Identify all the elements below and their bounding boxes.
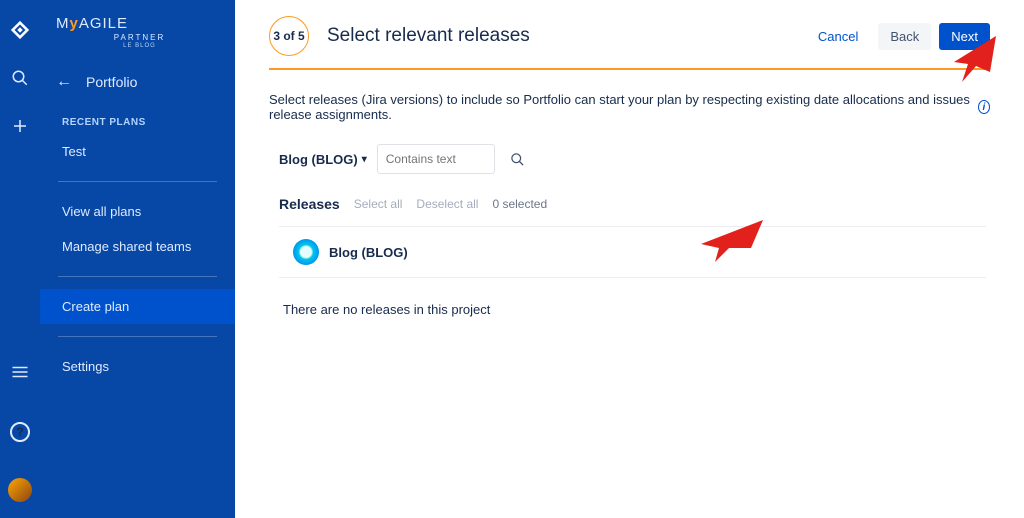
logo: MyAGILE PARTNER LE BLOG [40,14,235,67]
empty-state-message: There are no releases in this project [283,302,990,317]
search-icon[interactable] [505,146,531,172]
deselect-all-button[interactable]: Deselect all [416,197,478,211]
sidebar-settings[interactable]: Settings [40,349,235,384]
logo-subtitle: PARTNER [56,31,223,42]
sidebar-title: Portfolio [86,74,137,90]
releases-label: Releases [279,196,340,212]
sidebar-recent-item[interactable]: Test [40,134,235,169]
selected-count: 0 selected [492,197,547,211]
select-all-button[interactable]: Select all [354,197,403,211]
step-indicator: 3 of 5 [269,16,309,56]
annotation-arrow-icon [695,218,765,268]
create-icon[interactable] [8,114,32,138]
sidebar-create-plan[interactable]: Create plan [40,289,235,324]
divider [58,276,217,277]
help-icon[interactable]: ? [10,422,30,442]
main-content: 3 of 5 Select relevant releases Cancel B… [235,0,1024,518]
back-icon[interactable]: ← [56,73,72,91]
breadcrumb[interactable]: ← Portfolio [40,67,235,109]
global-nav-rail: ? [0,0,40,518]
divider [58,336,217,337]
chevron-down-icon: ▾ [362,154,367,165]
back-button[interactable]: Back [878,23,931,50]
project-name: Blog (BLOG) [329,245,408,260]
info-icon[interactable]: i [978,100,990,114]
wizard-header: 3 of 5 Select relevant releases Cancel B… [269,16,990,56]
page-title: Select relevant releases [327,25,530,47]
menu-icon[interactable] [8,360,32,384]
divider [58,181,217,182]
accent-underline [269,68,990,70]
page-description: Select releases (Jira versions) to inclu… [269,92,990,122]
project-row[interactable]: Blog (BLOG) [279,226,986,278]
project-icon [293,239,319,265]
annotation-arrow-icon [946,34,1006,94]
cancel-button[interactable]: Cancel [806,23,870,50]
releases-toolbar: Releases Select all Deselect all 0 selec… [279,196,990,212]
avatar[interactable] [8,478,32,502]
project-dropdown-label: Blog (BLOG) [279,152,358,167]
filter-row: Blog (BLOG) ▾ [279,144,990,174]
recent-plans-label: RECENT PLANS [40,109,235,134]
search-icon[interactable] [8,66,32,90]
product-icon[interactable] [8,18,32,42]
project-dropdown[interactable]: Blog (BLOG) ▾ [279,152,367,167]
sidebar-manage-teams[interactable]: Manage shared teams [40,229,235,264]
description-text: Select releases (Jira versions) to inclu… [269,92,974,122]
filter-input[interactable] [377,144,495,174]
sidebar: MyAGILE PARTNER LE BLOG ← Portfolio RECE… [40,0,235,518]
logo-tagline: LE BLOG [56,42,223,49]
sidebar-view-all-plans[interactable]: View all plans [40,194,235,229]
